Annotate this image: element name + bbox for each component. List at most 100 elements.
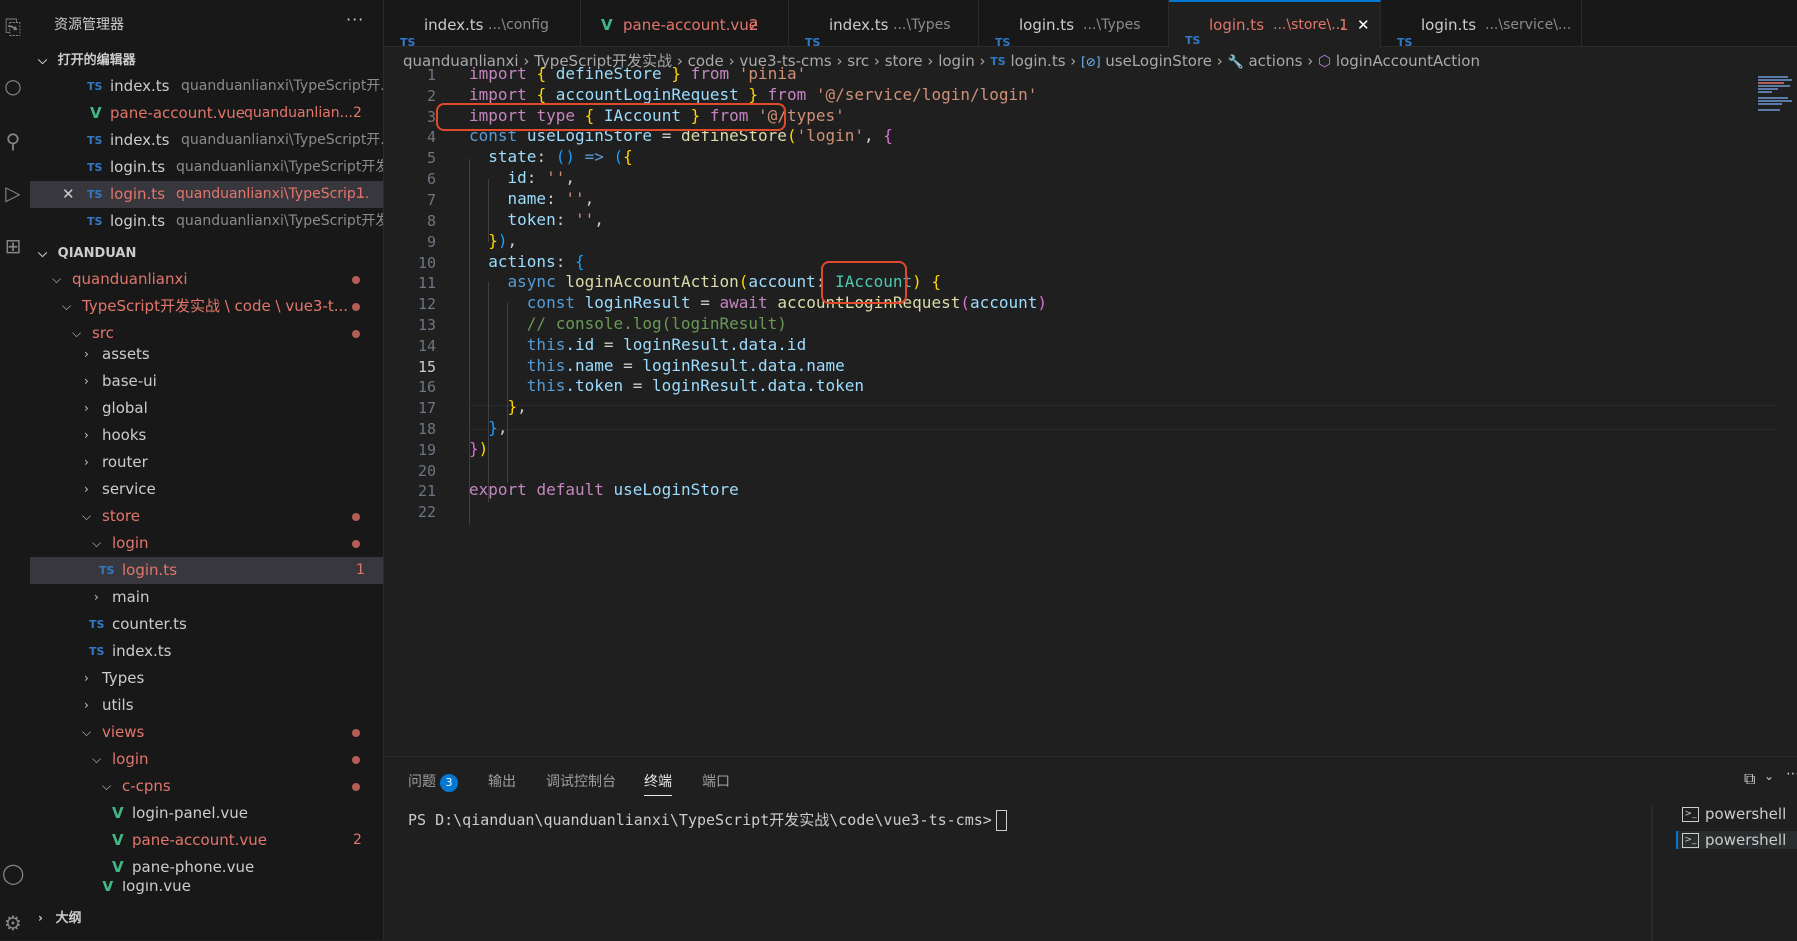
tree-folder[interactable]: › base-ui [30, 368, 383, 395]
typescript-file-icon: TS [87, 80, 103, 93]
tab-login-types[interactable]: TS login.ts ...\Types [979, 0, 1169, 46]
typescript-file-icon: TS [400, 36, 416, 46]
code-line-1: import { defineStore } from 'pinia' [469, 64, 807, 83]
chevron-right-icon: › [84, 374, 89, 388]
file-name: index.ts [110, 131, 170, 149]
tree-folder[interactable]: ⌵ store [30, 503, 383, 530]
file-name: login.ts [122, 561, 178, 579]
tab-ports[interactable]: 端口 [702, 771, 730, 791]
tree-folder[interactable]: › utils [30, 692, 383, 719]
line-number: 11 [417, 274, 436, 292]
folder-name: TypeScript开发实战 \ code \ vue3-t... [82, 297, 349, 315]
terminal-output[interactable]: PS D:\qianduan\quanduanlianxi\TypeScript… [408, 809, 1007, 831]
tree-folder[interactable]: › service [30, 476, 383, 503]
tree-file[interactable]: TS index.ts [30, 638, 383, 665]
terminal-instance-active[interactable]: >_ powershell [1676, 831, 1797, 849]
split-terminal-icon[interactable]: ⧉ [1744, 769, 1755, 789]
vue-file-icon: V [112, 858, 124, 876]
open-editor-item[interactable]: V pane-account.vue quanduanlian... 2 [30, 100, 383, 127]
terminal-instance[interactable]: >_ powershell [1682, 805, 1786, 823]
more-actions-icon[interactable]: ··· [346, 10, 364, 29]
highlight-box-iaccount-param [821, 261, 907, 304]
tab-debug-console[interactable]: 调试控制台 [546, 771, 616, 791]
tree-folder[interactable]: › main [30, 584, 383, 611]
file-name: counter.ts [112, 615, 187, 633]
code-editor[interactable]: 1 2 3 4 5 6 7 8 9 10 11 12 13 14 15 16 1… [384, 64, 1797, 756]
tree-folder[interactable]: ⌵ quanduanlianxi [30, 266, 383, 293]
chevron-down-icon[interactable]: ⌄ [1764, 769, 1774, 783]
extensions-icon[interactable]: ⊞ [2, 235, 24, 257]
explorer-icon[interactable]: ⎘ [2, 16, 24, 38]
explorer-title: 资源管理器 [54, 17, 124, 33]
tree-file[interactable]: V pane-account.vue 2 [30, 827, 383, 854]
minimap-line [1758, 103, 1782, 105]
settings-gear-icon[interactable]: ⚙ [2, 912, 24, 934]
problem-count-badge: 2 [353, 105, 362, 121]
tree-file[interactable]: V pane-phone.vue [30, 854, 383, 881]
tab-pane-account[interactable]: V pane-account.vue 2 [581, 0, 789, 46]
tree-file-active[interactable]: TS login.ts 1 [30, 557, 383, 584]
tab-index-types[interactable]: TS index.ts ...\Types [789, 0, 979, 46]
tree-folder[interactable]: › router [30, 449, 383, 476]
tree-folder[interactable]: ⌵ c-cpns [30, 773, 383, 800]
tree-file[interactable]: TS counter.ts [30, 611, 383, 638]
breadcrumb-item[interactable]: store [885, 52, 923, 70]
search-icon[interactable]: ○ [2, 75, 24, 97]
line-number: 12 [417, 295, 436, 313]
breadcrumb-item[interactable]: login [938, 52, 975, 70]
chevron-down-icon: ⌵ [38, 246, 48, 260]
tab-terminal[interactable]: 终端 [644, 771, 672, 796]
file-name: pane-account.vue [132, 831, 267, 849]
tree-folder[interactable]: › assets [30, 341, 383, 368]
breadcrumb-item[interactable]: login.ts [1011, 52, 1066, 70]
tab-index-config[interactable]: TS index.ts ...\config [384, 0, 581, 46]
account-icon[interactable]: ◯ [2, 862, 24, 884]
close-icon[interactable]: ✕ [62, 181, 75, 208]
run-debug-icon[interactable]: ▷ [2, 182, 24, 204]
tree-folder[interactable]: › Types [30, 665, 383, 692]
outline-section[interactable]: › 大纲 [38, 906, 82, 930]
tab-login-store-active[interactable]: TS login.ts ...\store\... 1 ✕ [1169, 0, 1381, 48]
folder-name: router [102, 453, 148, 471]
more-actions-icon[interactable]: ⋯ [1786, 766, 1797, 782]
typescript-file-icon: TS [87, 134, 103, 147]
open-editor-item[interactable]: TS index.ts quanduanlianxi\TypeScript开..… [30, 127, 383, 154]
highlight-box-import-type [436, 103, 786, 131]
chevron-down-icon: ⌵ [92, 752, 102, 766]
breadcrumb-item[interactable]: useLoginStore [1105, 52, 1212, 70]
workspace-title: QIANDUAN [57, 246, 137, 261]
breadcrumb-item[interactable]: src [847, 52, 869, 70]
tree-folder[interactable]: › global [30, 395, 383, 422]
tree-folder[interactable]: ⌵ TypeScript开发实战 \ code \ vue3-t... [30, 293, 383, 320]
close-tab-icon[interactable]: ✕ [1357, 2, 1370, 48]
tree-folder[interactable]: ⌵ login [30, 530, 383, 557]
tree-file[interactable]: V login.vue [30, 881, 383, 897]
tree-folder[interactable]: ⌵ views [30, 719, 383, 746]
tree-folder[interactable]: ⌵ login [30, 746, 383, 773]
open-editors-section[interactable]: ⌵ 打开的编辑器 [38, 48, 136, 72]
chevron-right-icon: › [38, 911, 43, 925]
tab-output[interactable]: 输出 [488, 771, 516, 791]
source-control-icon[interactable]: ⚲ [2, 130, 24, 152]
tab-login-service[interactable]: TS login.ts ...\service\... [1381, 0, 1582, 46]
terminal-list-divider [1651, 805, 1653, 941]
open-editor-item-active[interactable]: ✕ TS login.ts quanduanlianxi\TypeScrip..… [30, 181, 383, 208]
open-editor-item[interactable]: TS login.ts quanduanlianxi\TypeScript开发.… [30, 154, 383, 181]
open-editor-item[interactable]: TS login.ts quanduanlianxi\TypeScript开发.… [30, 208, 383, 235]
minimap[interactable] [1758, 76, 1794, 116]
tree-file[interactable]: V login-panel.vue [30, 800, 383, 827]
file-name: login-panel.vue [132, 804, 248, 822]
folder-name: main [112, 588, 150, 606]
minimap-line [1758, 97, 1788, 99]
chevron-right-icon: › [84, 347, 89, 361]
tree-folder[interactable]: › hooks [30, 422, 383, 449]
line-number: 2 [426, 87, 436, 105]
line-number: 1 [426, 66, 436, 84]
workspace-section[interactable]: ⌵ QIANDUAN [38, 241, 136, 265]
tab-name: index.ts [424, 16, 484, 34]
breadcrumb-item[interactable]: actions [1248, 52, 1302, 70]
open-editor-item[interactable]: TS index.ts quanduanlianxi\TypeScript开..… [30, 73, 383, 100]
minimap-line [1758, 76, 1788, 78]
breadcrumb-item[interactable]: loginAccountAction [1336, 52, 1480, 70]
tab-problems[interactable]: 问题 3 [408, 771, 458, 792]
